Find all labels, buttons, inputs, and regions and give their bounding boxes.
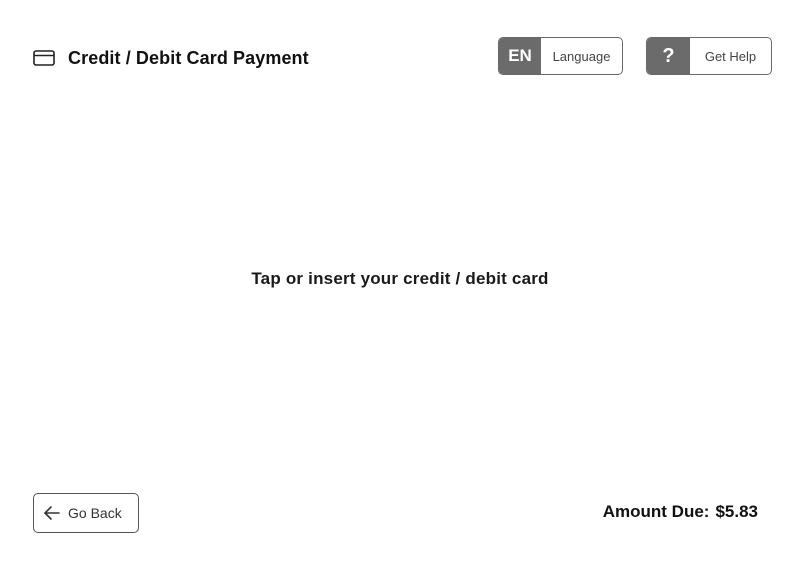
language-button-label: Language (552, 48, 611, 64)
arrow-left-icon (43, 504, 61, 522)
question-mark-icon: ? (647, 38, 690, 74)
amount-due-value: $5.83 (715, 502, 758, 521)
amount-due: Amount Due: $5.83 (603, 502, 758, 522)
page-header: Credit / Debit Card Payment (33, 44, 309, 72)
amount-due-label: Amount Due: (602, 502, 710, 521)
language-code-badge: EN (499, 38, 541, 74)
go-back-button[interactable]: Go Back (33, 493, 139, 533)
go-back-button-label: Go Back (68, 505, 122, 521)
get-help-button-label: Get Help (704, 48, 757, 64)
card-instruction-text: Tap or insert your credit / debit card (251, 269, 549, 288)
credit-card-icon (33, 50, 55, 66)
page-title: Credit / Debit Card Payment (68, 47, 309, 68)
get-help-button[interactable]: ? Get Help (646, 37, 772, 75)
language-button[interactable]: EN Language (498, 37, 623, 75)
